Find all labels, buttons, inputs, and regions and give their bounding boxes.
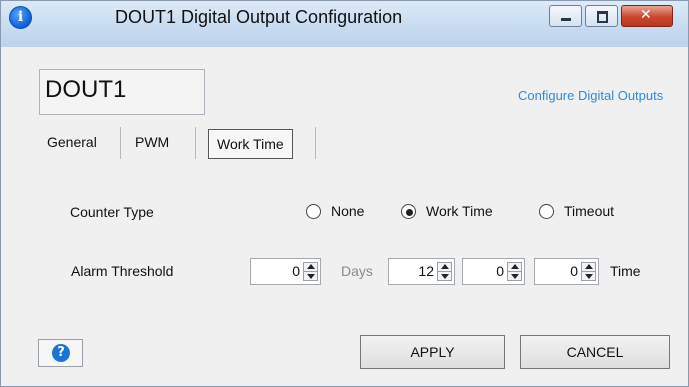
window-title: DOUT1 Digital Output Configuration	[115, 7, 403, 27]
spinner-arrows-icon[interactable]	[303, 262, 318, 281]
close-button[interactable]	[621, 5, 673, 27]
counter-type-label: Counter Type	[70, 204, 154, 220]
tab-divider	[195, 127, 196, 159]
spinner-arrows-icon[interactable]	[507, 262, 522, 281]
maximize-button[interactable]	[585, 5, 618, 27]
tab-general[interactable]: General	[47, 127, 97, 157]
tab-work-time[interactable]: Work Time	[208, 129, 293, 159]
title-bar[interactable]: i DOUT1 Digital Output Configuration	[1, 1, 688, 47]
help-button[interactable]: ?	[38, 339, 83, 367]
info-icon: i	[9, 6, 32, 29]
time-label: Time	[610, 263, 641, 279]
radio-circle	[401, 204, 416, 219]
dialog-window: i DOUT1 Digital Output Configuration DOU…	[0, 0, 689, 387]
cancel-button[interactable]: CANCEL	[520, 335, 670, 369]
radio-label: None	[331, 203, 365, 219]
help-icon: ?	[52, 344, 70, 362]
seconds-value: 0	[570, 263, 578, 279]
spinner-arrows-icon[interactable]	[581, 262, 596, 281]
tab-pwm[interactable]: PWM	[135, 127, 169, 157]
tab-divider	[120, 127, 121, 159]
radio-circle	[539, 204, 554, 219]
radio-label: Work Time	[426, 203, 493, 219]
alarm-threshold-label: Alarm Threshold	[71, 263, 174, 279]
apply-button[interactable]: APPLY	[360, 335, 505, 369]
minimize-button[interactable]	[549, 5, 582, 27]
radio-selected-dot	[406, 209, 413, 216]
spinner-arrows-icon[interactable]	[437, 262, 452, 281]
hours-value: 12	[418, 263, 434, 279]
days-label: Days	[341, 263, 373, 279]
seconds-spinner[interactable]: 0	[534, 258, 599, 285]
radio-circle	[306, 204, 321, 219]
days-spinner[interactable]: 0	[250, 258, 321, 285]
tab-divider	[315, 127, 316, 159]
radio-label: Timeout	[564, 203, 615, 219]
output-name-field[interactable]: DOUT1	[39, 69, 205, 115]
days-value: 0	[292, 263, 300, 279]
configure-digital-outputs-link[interactable]: Configure Digital Outputs	[518, 88, 663, 103]
minutes-spinner[interactable]: 0	[462, 258, 525, 285]
hours-spinner[interactable]: 12	[388, 258, 455, 285]
minutes-value: 0	[496, 263, 504, 279]
